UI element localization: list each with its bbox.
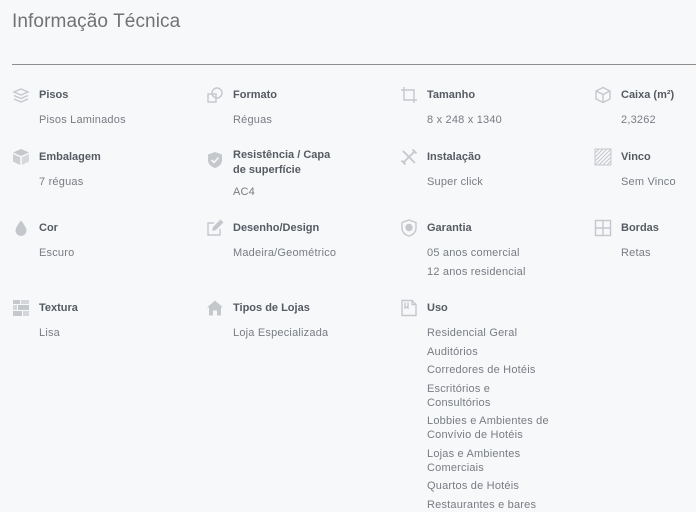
spec-value: 2,3262 (621, 114, 656, 126)
pencil-icon (206, 219, 224, 237)
package-icon (12, 148, 30, 166)
spec-value: 7 réguas (39, 176, 84, 188)
spec-label: Desenho/Design (233, 222, 320, 234)
spec-resistencia: Resistência / Capa de superfície AC4 (206, 148, 346, 204)
tools-icon (400, 148, 418, 166)
texture-icon (12, 299, 30, 317)
shield-check-icon (206, 151, 224, 169)
spec-value: Lojas e Ambientes Comerciais (427, 447, 521, 474)
spec-value: Escuro (39, 247, 75, 259)
spec-label: Tipos de Lojas (233, 302, 310, 314)
spec-label: Caixa (m²) (621, 89, 675, 101)
page-title: Informação Técnica (12, 11, 181, 32)
spec-label: Tamanho (427, 89, 476, 101)
spec-value: Sem Vinco (621, 176, 676, 188)
box-icon (594, 86, 612, 104)
spec-value: Escritórios e Consultórios (427, 382, 491, 409)
spec-label: Cor (39, 222, 58, 234)
grid-icon (594, 219, 612, 237)
spec-value: Quartos de Hotéis (427, 480, 520, 492)
spec-value: Restaurantes e bares (427, 498, 537, 511)
layers-icon (12, 86, 30, 104)
hatch-icon (594, 148, 612, 166)
spec-tipos-de-lojas: Tipos de Lojas Loja Especializada (206, 299, 396, 345)
spec-textura: Textura Lisa (12, 299, 202, 345)
crop-icon (400, 86, 418, 104)
spec-bordas: Bordas Retas (594, 219, 696, 265)
shield-icon (400, 219, 418, 237)
spec-value: Pisos Laminados (39, 114, 126, 126)
spec-vinco: Vinco Sem Vinco (594, 148, 696, 194)
spec-label: Textura (39, 302, 78, 314)
spec-value: 05 anos comercial (427, 247, 520, 259)
drop-icon (12, 219, 30, 237)
spec-value: 8 x 248 x 1340 (427, 114, 502, 126)
spec-value: Madeira/Geométrico (233, 247, 337, 259)
spec-value: Retas (621, 247, 651, 259)
spec-formato: Formato Réguas (206, 86, 396, 132)
spec-pisos: Pisos Pisos Laminados (12, 88, 202, 132)
spec-label: Bordas (621, 222, 659, 234)
spec-label: Garantia (427, 222, 472, 234)
spec-value: Corredores de Hotéis (427, 364, 536, 376)
spec-label: Resistência / Capa de superfície (233, 149, 331, 176)
spec-value: Auditórios (427, 345, 478, 358)
spec-caixa: Caixa (m²) 2,3262 (594, 86, 696, 132)
document-icon (400, 299, 418, 317)
spec-value: Lobbies e Ambientes de Convívio de Hotéi… (427, 415, 549, 441)
spec-label: Uso (427, 302, 448, 314)
spec-value: Lisa (39, 327, 60, 339)
spec-value: 12 anos residencial (427, 265, 526, 278)
spec-value: Residencial Geral (427, 327, 518, 339)
spec-label: Instalação (427, 151, 481, 163)
house-icon (206, 299, 224, 317)
spec-label: Vinco (621, 151, 651, 163)
spec-tamanho: Tamanho 8 x 248 x 1340 (400, 86, 590, 132)
spec-desenho: Desenho/Design Madeira/Geométrico (206, 219, 396, 265)
spec-value: Loja Especializada (233, 327, 329, 339)
spec-embalagem: Embalagem 7 réguas (12, 148, 202, 194)
spec-label: Formato (233, 89, 277, 101)
shapes-icon (206, 86, 224, 104)
spec-garantia: Garantia 05 anos comercial 12 anos resid… (400, 219, 590, 283)
spec-value: Réguas (233, 114, 273, 126)
spec-cor: Cor Escuro (12, 219, 202, 265)
spec-instalacao: Instalação Super click (400, 148, 590, 194)
title-divider (12, 64, 696, 65)
spec-value: AC4 (233, 186, 255, 198)
spec-label: Embalagem (39, 151, 101, 163)
spec-value: Super click (427, 176, 483, 188)
spec-label: Pisos (39, 89, 69, 101)
spec-uso: Uso Residencial Geral Auditórios Corredo… (400, 299, 550, 512)
